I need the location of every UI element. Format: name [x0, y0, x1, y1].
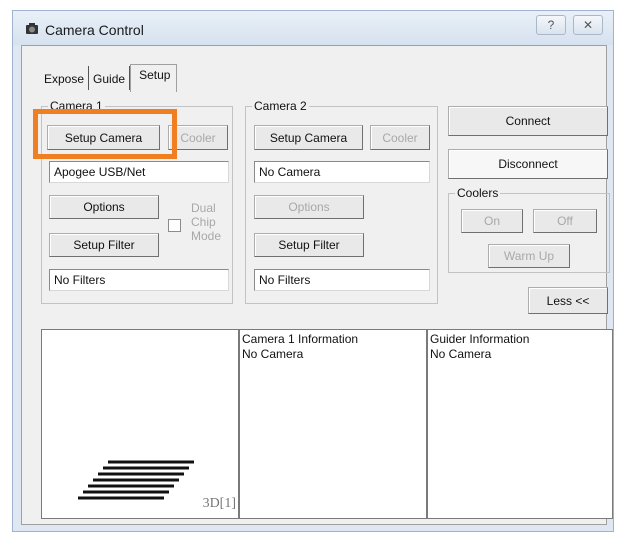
title-bar: Camera Control ? ✕ — [13, 11, 613, 45]
camera1-options-button[interactable]: Options — [49, 195, 159, 219]
camera1-name-field: Apogee USB/Net — [49, 161, 229, 183]
tab-setup[interactable]: Setup — [130, 64, 178, 92]
camera2-cooler-button[interactable]: Cooler — [370, 125, 430, 150]
camera1-filters-field: No Filters — [49, 269, 229, 291]
tab-strip: Expose Guide Setup — [40, 64, 178, 92]
less-button[interactable]: Less << — [528, 287, 608, 314]
tab-guide[interactable]: Guide — [89, 66, 131, 90]
connect-button[interactable]: Connect — [448, 106, 608, 136]
camera2-name-field: No Camera — [254, 161, 430, 183]
guider-info-panel: Guider Information No Camera — [427, 329, 613, 519]
warm-up-button[interactable]: Warm Up — [488, 244, 570, 268]
setup-camera-highlight — [33, 109, 177, 159]
camera2-group-label: Camera 2 — [252, 99, 309, 113]
cooler-off-button[interactable]: Off — [533, 209, 597, 233]
preview-label: 3D[1] — [202, 496, 236, 511]
guider-info-value: No Camera — [430, 347, 492, 361]
camera-control-window: Camera Control ? ✕ Expose Guide Setup Ca… — [12, 10, 614, 532]
guider-info-title: Guider Information — [430, 332, 530, 346]
camera2-options-button[interactable]: Options — [254, 195, 364, 219]
disconnect-button[interactable]: Disconnect — [448, 149, 608, 179]
camera2-filters-field: No Filters — [254, 269, 430, 291]
preview-panel: 3D[1] — [41, 329, 239, 519]
app-icon — [26, 23, 38, 34]
camera1-info-panel: Camera 1 Information No Camera — [239, 329, 427, 519]
dual-chip-line-3: Mode — [191, 229, 222, 243]
dual-chip-line-2: Chip — [191, 215, 216, 229]
camera1-cooler-button[interactable]: Cooler — [168, 125, 228, 150]
guider-info-text: Guider Information No Camera — [430, 332, 529, 362]
camera1-info-value: No Camera — [242, 347, 304, 361]
tab-expose[interactable]: Expose — [40, 66, 90, 90]
help-button[interactable]: ? — [536, 15, 566, 35]
camera2-setup-filter-button[interactable]: Setup Filter — [254, 233, 364, 257]
camera2-setup-camera-button[interactable]: Setup Camera — [254, 125, 363, 150]
dual-chip-mode-label: Dual Chip Mode — [191, 201, 221, 243]
camera1-setup-filter-button[interactable]: Setup Filter — [49, 233, 159, 257]
3d-stack-icon — [78, 460, 194, 500]
help-icon: ? — [547, 18, 555, 32]
close-icon: ✕ — [582, 18, 594, 32]
window-title: Camera Control — [45, 22, 144, 38]
camera1-info-title: Camera 1 Information — [242, 332, 359, 346]
close-button[interactable]: ✕ — [573, 15, 603, 35]
dual-chip-mode-checkbox[interactable] — [168, 219, 181, 232]
cooler-on-button[interactable]: On — [461, 209, 523, 233]
coolers-group-label: Coolers — [455, 186, 501, 200]
camera1-info-text: Camera 1 Information No Camera — [242, 332, 358, 362]
dual-chip-line-1: Dual — [191, 201, 216, 215]
